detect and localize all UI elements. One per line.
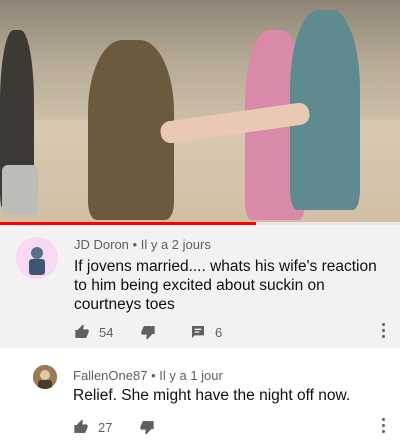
comment-icon [192,326,204,338]
avatar-image [16,237,58,279]
comment-meta: FallenOne87 • Il y a 1 jour [73,368,223,383]
more-vert-icon[interactable] [380,323,386,341]
like-button[interactable]: 27 [73,416,112,438]
thumb-down-icon [141,326,155,340]
like-count: 27 [98,419,113,435]
avatar[interactable] [33,365,57,389]
reply-button[interactable]: 6 [190,321,222,343]
thumb-up-icon [74,419,88,433]
comment-text: Relief. She might have the night off now… [73,387,351,404]
comment-author[interactable]: FallenOne87 [73,368,147,383]
video-scene-bucket [2,165,38,215]
dislike-button[interactable] [140,321,156,343]
comment-meta: JD Doron • Il y a 2 jours [74,237,211,252]
avatar-image [33,365,57,389]
more-vert-icon[interactable] [380,418,386,436]
comment-item: JD Doron • Il y a 2 jours If jovens marr… [0,225,400,348]
avatar[interactable] [16,237,58,279]
dislike-button[interactable] [139,416,155,438]
video-player[interactable] [0,0,400,223]
comment-item: FallenOne87 • Il y a 1 jour Relief. She … [0,350,400,445]
reply-count: 6 [215,324,223,340]
comment-time: Il y a 1 jour [159,368,223,383]
thumb-down-icon [140,421,154,435]
thumb-up-icon [75,324,89,338]
like-count: 54 [99,324,114,340]
comment-author[interactable]: JD Doron [74,237,129,252]
comment-time: Il y a 2 jours [140,237,211,252]
like-button[interactable]: 54 [74,321,113,343]
meta-separator: • [151,368,156,383]
meta-separator: • [132,237,138,252]
comment-text: If jovens married.... whats his wife's r… [74,258,377,313]
